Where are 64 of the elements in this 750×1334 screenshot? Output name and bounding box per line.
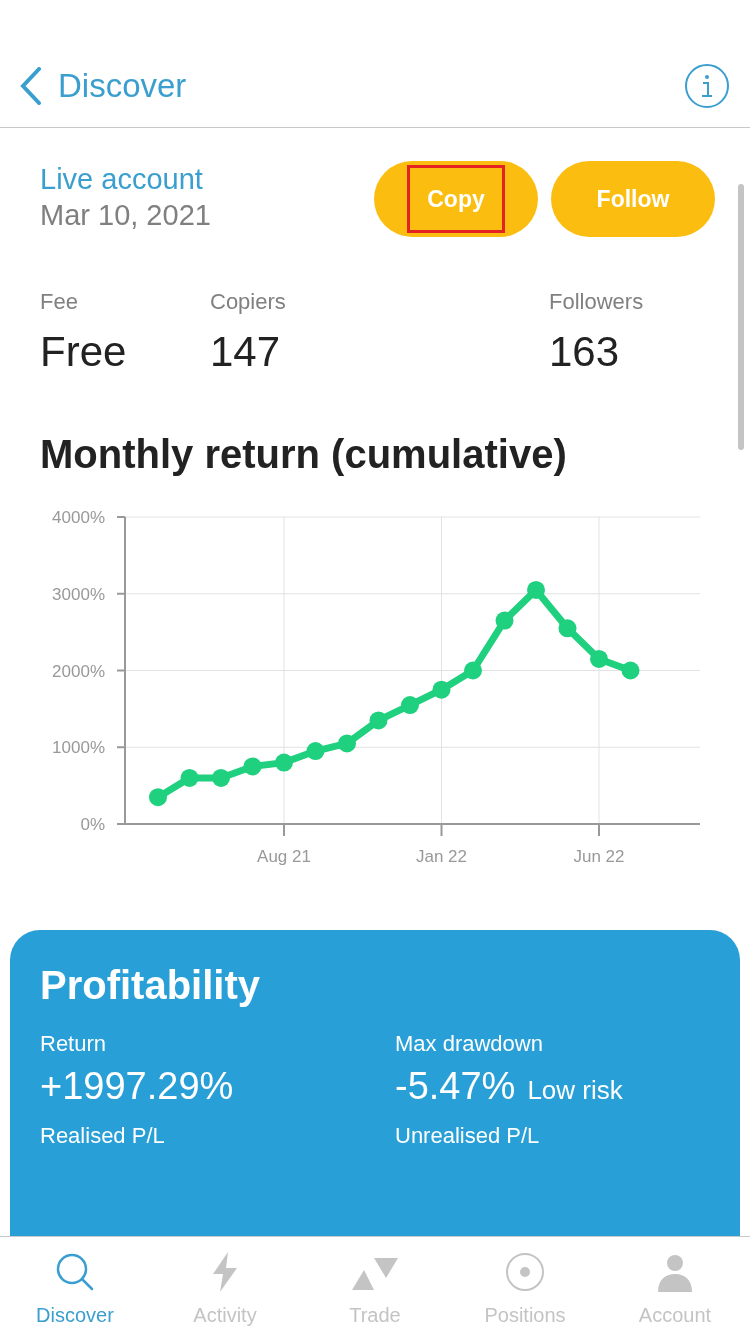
action-button[interactable]: Follow (551, 161, 715, 237)
tab-bar-item[interactable]: Trade (300, 1237, 450, 1334)
data-point (212, 768, 230, 787)
stat-value: 147 (210, 327, 282, 377)
lightning-icon (211, 1252, 239, 1292)
tab-bar-item[interactable]: Discover (0, 1237, 150, 1334)
triangles-icon (352, 1256, 398, 1292)
data-point (306, 742, 325, 761)
tick-mark (598, 823, 600, 837)
axis-label: Jan 22 (416, 847, 467, 866)
data-point (149, 788, 167, 807)
person-icon (658, 1254, 692, 1292)
metric-label: Return (40, 1030, 108, 1058)
data-point (495, 611, 514, 630)
tick-mark (440, 823, 443, 837)
data-point (558, 619, 577, 638)
axis-label: 1000% (52, 738, 105, 758)
tab-bar-item[interactable]: Account (600, 1237, 750, 1334)
metric-value: +1997.29% (40, 1064, 234, 1108)
axis-label: 4000% (52, 508, 105, 527)
back-button[interactable]: Discover (20, 61, 187, 111)
stat-label: Fee (40, 288, 79, 316)
tick-mark (116, 823, 126, 825)
data-point (527, 580, 545, 599)
axis-label: Aug 21 (257, 847, 311, 866)
stat-label: Followers (549, 288, 645, 316)
axis-label: 2000% (52, 661, 105, 681)
data-point (338, 734, 356, 753)
axis-label: 3000% (52, 584, 105, 604)
tab-bar-item[interactable]: Positions (450, 1237, 600, 1334)
stat-value: 163 (549, 327, 621, 377)
data-point (464, 661, 482, 680)
data-point (432, 680, 451, 699)
metric-label: Unrealised P/L (395, 1122, 541, 1150)
data-point (401, 696, 419, 715)
account-type: Live account (40, 162, 204, 197)
data-point (590, 650, 608, 668)
tab-bar-item[interactable]: Activity (150, 1237, 300, 1334)
risk-note: Low risk (527, 1074, 623, 1107)
metric-label: Max drawdown (395, 1030, 544, 1058)
tick-mark (116, 592, 126, 595)
tick-mark (116, 516, 126, 518)
data-point (180, 768, 199, 787)
back-chevron-icon (20, 67, 42, 105)
data-point (621, 661, 640, 680)
tick-mark (116, 669, 126, 672)
search-icon (55, 1252, 95, 1292)
axis-label: Jun 22 (573, 847, 625, 866)
stat-value: Free (40, 327, 128, 377)
data-point (369, 711, 388, 730)
metric-value: -5.47% (395, 1064, 516, 1108)
target-icon (505, 1252, 545, 1292)
metric-label: Realised P/L (40, 1122, 166, 1150)
data-point (243, 757, 262, 776)
card-title: Profitability (40, 962, 262, 1009)
chart-title: Monthly return (cumulative) (39, 431, 568, 478)
action-button[interactable]: Copy (374, 161, 538, 237)
info-icon[interactable] (684, 63, 730, 109)
tick-mark (283, 823, 285, 837)
tick-mark (116, 746, 126, 749)
axis-label: 0% (80, 815, 105, 834)
stat-label: Copiers (210, 288, 287, 316)
account-date: Mar 10, 2021 (40, 198, 211, 233)
data-point (275, 753, 293, 772)
